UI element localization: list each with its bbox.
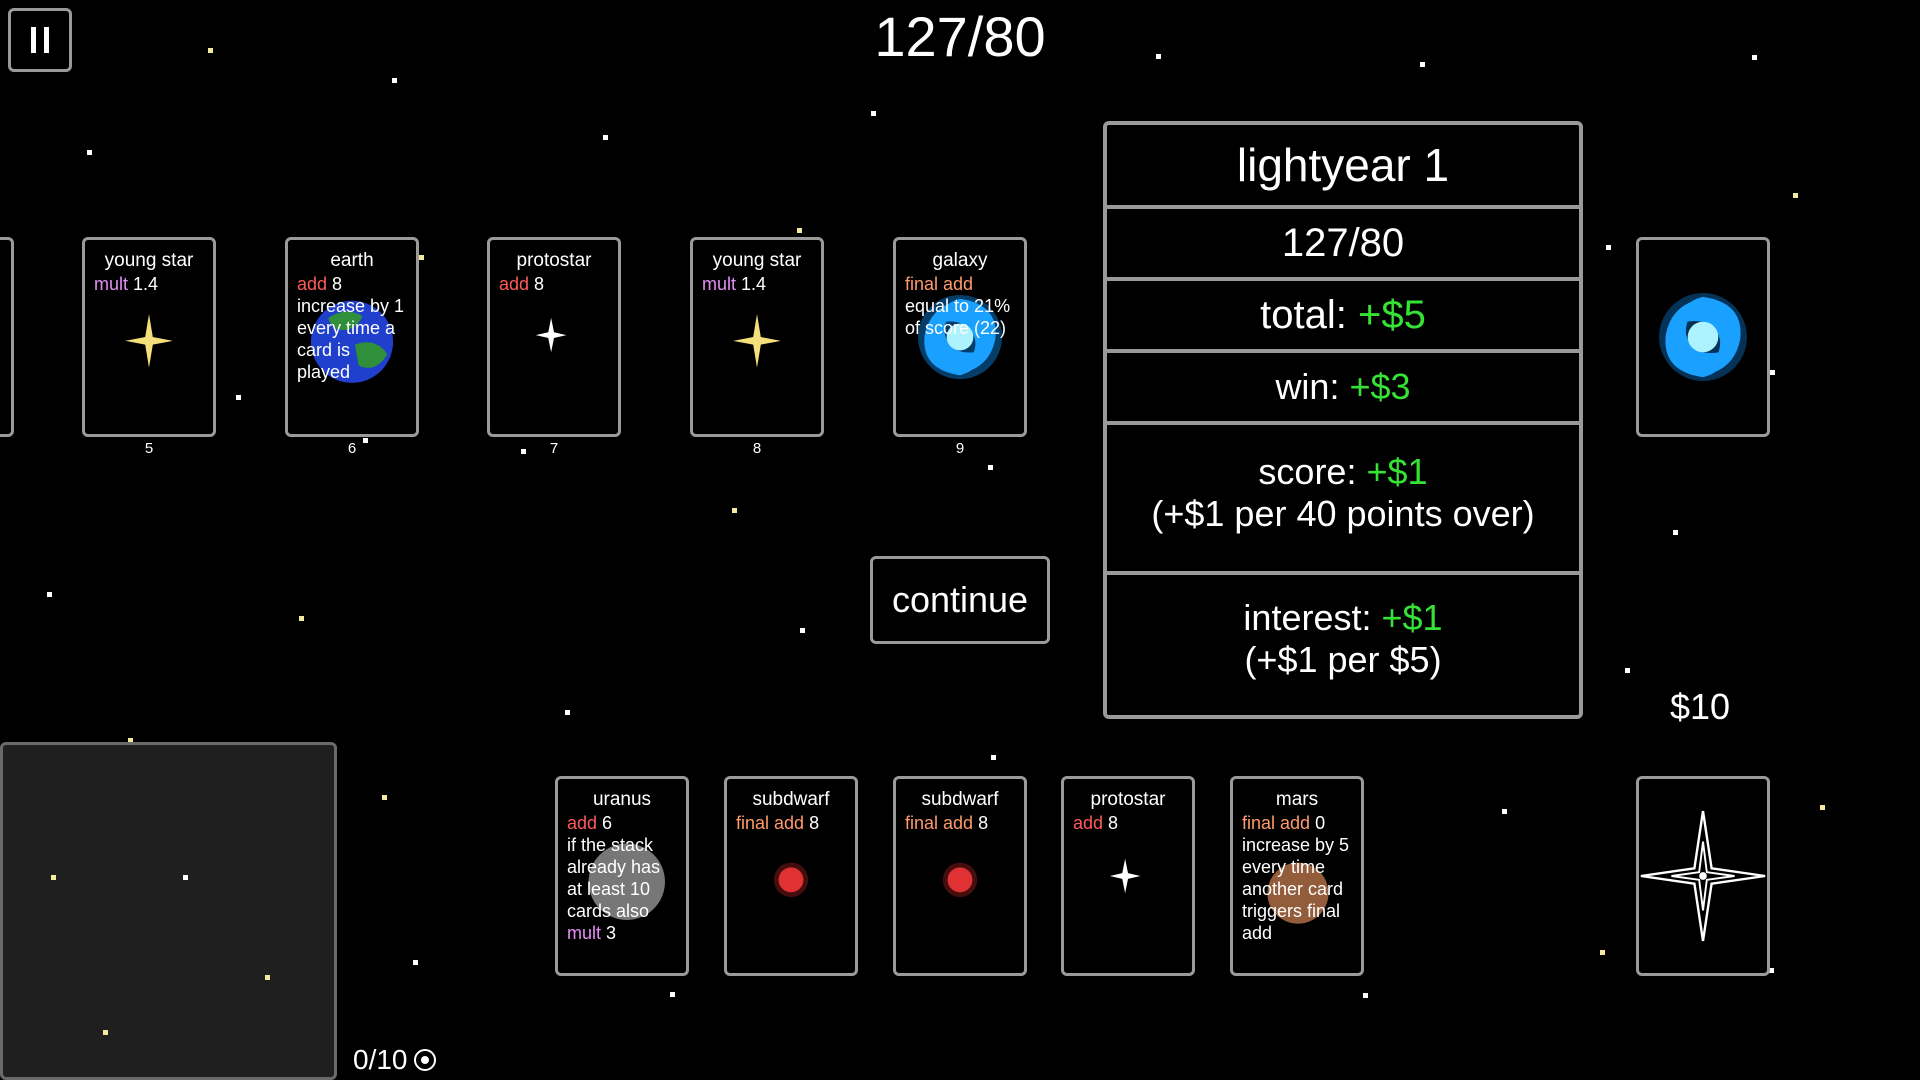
hand-card-subdwarf[interactable]: subdwarf final add 8 [893, 776, 1027, 976]
card-name: young star [712, 250, 802, 271]
hand-card-protostar[interactable]: protostar add 8 [1061, 776, 1195, 976]
card-effect: final add [905, 274, 974, 294]
card-index: 5 [144, 440, 154, 457]
panel-score: 127/80 [1107, 205, 1579, 277]
interest-note: (+$1 per $5) [1244, 639, 1442, 680]
panel-total: total: +$5 [1107, 277, 1579, 349]
card-effect: final add 0 [1242, 813, 1326, 833]
card-name: subdwarf [921, 789, 999, 810]
card-effect: mult 1.4 [94, 274, 159, 294]
deck-star [103, 1030, 108, 1035]
money-display: $10 [1669, 686, 1731, 727]
deck-count: 0/10 [353, 1044, 438, 1076]
four-point-star-icon [1640, 810, 1766, 942]
card-name: subdwarf [752, 789, 830, 810]
panel-interest: interest: +$1 (+$1 per $5) [1107, 571, 1579, 715]
card-name: galaxy [932, 250, 988, 271]
card-effect: final add 8 [905, 813, 989, 833]
round-results-panel: lightyear 1 127/80 total: +$5 win: +$3 s… [1103, 121, 1583, 719]
card-name: mars [1275, 789, 1319, 810]
card-name: protostar [1090, 789, 1166, 810]
card-effect: add 8 [499, 274, 545, 294]
continue-button[interactable]: continue [870, 556, 1050, 644]
galaxy-icon [1659, 293, 1747, 381]
target-icon [413, 1049, 436, 1071]
played-card-galaxy[interactable]: galaxy final add equal to 21% of score (… [893, 237, 1027, 437]
card-effect: add 8 [1073, 813, 1119, 833]
hand-card-uranus[interactable]: uranus add 6 if the stack already has at… [555, 776, 689, 976]
card-name: young star [104, 250, 194, 271]
deck-star [265, 975, 270, 980]
card-effect: mult 1.4 [702, 274, 767, 294]
pause-button[interactable] [8, 8, 72, 72]
card-description: if the stack already has at least 10 car… [567, 835, 661, 943]
card-index: 7 [549, 440, 559, 457]
card-effect: final add 8 [736, 813, 820, 833]
card-description: increase by 1 every time a card is playe… [297, 296, 405, 382]
played-card-young-star[interactable]: young star mult 1.4 [82, 237, 216, 437]
panel-title: lightyear 1 [1236, 139, 1450, 191]
deck-star [51, 875, 56, 880]
draw-pile-card[interactable] [1636, 776, 1770, 976]
card-index: 8 [752, 440, 762, 457]
offscreen-card[interactable] [0, 237, 14, 437]
total-value: +$5 [1357, 293, 1426, 337]
score-progress: 127/80 [874, 5, 1046, 68]
card-description: equal to 21% of score (22) [905, 296, 1011, 338]
pause-icon-bar-right [44, 27, 49, 53]
card-name: earth [330, 250, 374, 271]
hand-card-subdwarf[interactable]: subdwarf final add 8 [724, 776, 858, 976]
score-bonus-value: +$1 [1366, 451, 1428, 492]
card-name: uranus [592, 789, 652, 810]
panel-win: win: +$3 [1107, 349, 1579, 421]
played-card-protostar[interactable]: protostar add 8 [487, 237, 621, 437]
card-index: 6 [347, 440, 357, 457]
pause-icon-bar-left [31, 27, 36, 53]
played-card-young-star[interactable]: young star mult 1.4 [690, 237, 824, 437]
card-effect: add 8 [297, 274, 343, 294]
card-index: 9 [955, 440, 965, 457]
hand-card-mars[interactable]: mars final add 0 increase by 5 every tim… [1230, 776, 1364, 976]
deck-star [183, 875, 188, 880]
win-value: +$3 [1349, 366, 1411, 407]
card-effect: add 6 [567, 813, 613, 833]
score-bonus-note: (+$1 per 40 points over) [1151, 493, 1535, 534]
interest-value: +$1 [1381, 597, 1443, 638]
panel-score-bonus: score: +$1 (+$1 per 40 points over) [1107, 421, 1579, 571]
played-card-earth[interactable]: earth add 8 increase by 1 every time a c… [285, 237, 419, 437]
card-name: protostar [516, 250, 592, 271]
galaxy-preview-card[interactable] [1636, 237, 1770, 437]
card-description: increase by 5 every time another card tr… [1242, 835, 1350, 943]
deck-preview[interactable] [0, 742, 337, 1080]
